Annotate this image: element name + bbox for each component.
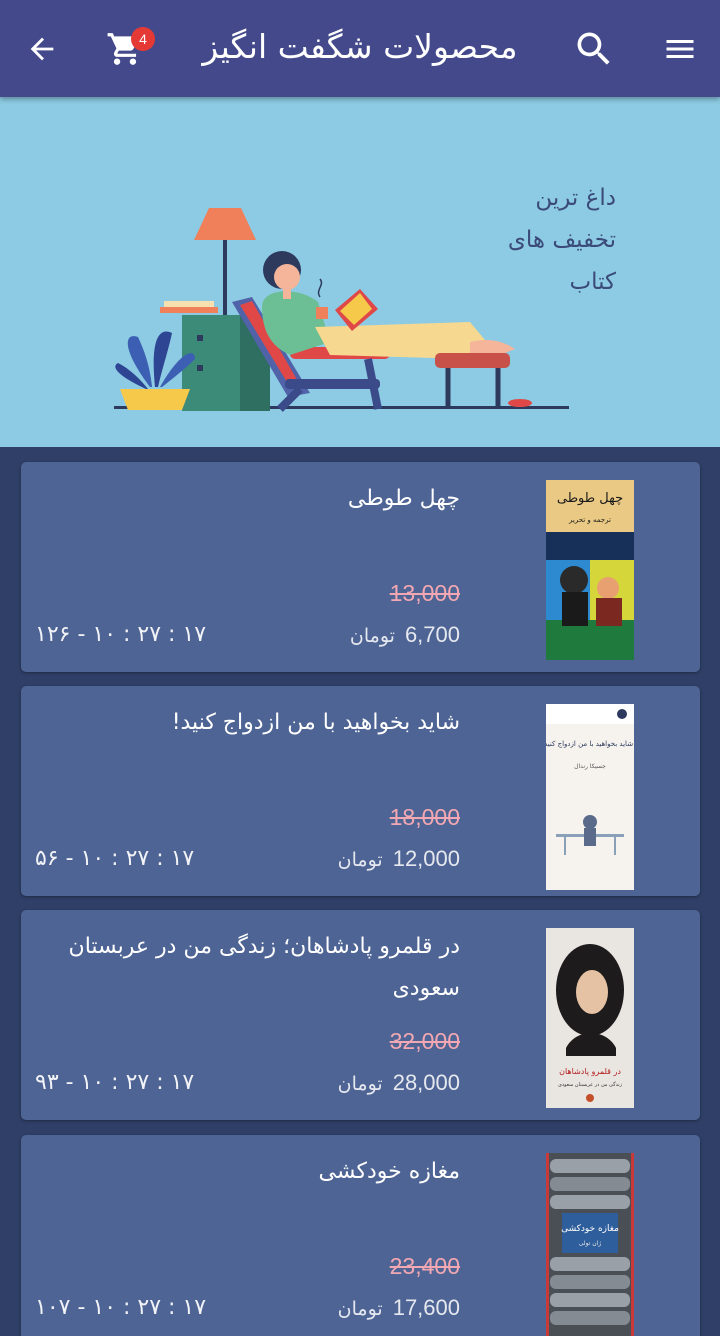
svg-text:چهل طوطی: چهل طوطی (557, 491, 623, 506)
old-price: 23,400 (389, 1253, 460, 1279)
new-price-value: 12,000 (392, 846, 460, 871)
svg-text:مغازه خودکشی: مغازه خودکشی (561, 1224, 619, 1234)
product-card[interactable]: در قلمرو پادشاهان زندگی من در عربستان سع… (21, 910, 700, 1120)
book-cover: چهل طوطی ترجمه و تحریر (546, 480, 634, 660)
svg-text:جسیکا رندال: جسیکا رندال (574, 763, 606, 770)
product-title[interactable]: مغازه خودکشی (33, 1151, 460, 1193)
promo-banner[interactable]: داغ ترین تخفیف های کتاب (0, 97, 720, 447)
page-title: محصولات شگفت انگیز (202, 27, 518, 66)
countdown-timer: ۱۰۷ - ۱۰ : ۲۷ : ۱۷ (35, 1295, 207, 1320)
book-cover: شاید بخواهید با من ازدواج کنید! جسیکا رن… (546, 704, 634, 890)
svg-text:ژان تولی: ژان تولی (579, 1240, 602, 1247)
new-price-value: 6,700 (404, 622, 460, 647)
product-card[interactable]: چهل طوطی ترجمه و تحریر چهل طوطی 13,000 6… (21, 462, 700, 672)
cart-count-badge: 4 (131, 27, 155, 51)
search-icon[interactable] (569, 24, 619, 74)
banner-line-3: کتاب (569, 269, 616, 295)
svg-text:ترجمه و تحریر: ترجمه و تحریر (568, 516, 611, 524)
svg-text:در قلمرو پادشاهان: در قلمرو پادشاهان (559, 1067, 621, 1076)
new-price: 12,000 تومان (338, 846, 460, 872)
back-arrow-icon[interactable] (17, 24, 67, 74)
new-price: 17,600 تومان (338, 1295, 460, 1321)
svg-text:زندگی من در عربستان سعودی: زندگی من در عربستان سعودی (558, 1081, 623, 1088)
product-card[interactable]: مغازه خودکشی ژان تولی مغازه خودکشی 23,40… (21, 1135, 700, 1336)
new-price-value: 17,600 (392, 1295, 460, 1320)
product-title[interactable]: شاید بخواهید با من ازدواج کنید! (33, 702, 460, 744)
menu-icon[interactable] (655, 24, 705, 74)
product-title[interactable]: چهل طوطی (33, 478, 460, 520)
old-price: 13,000 (389, 580, 460, 606)
currency-label: تومان (337, 1298, 383, 1320)
book-cover: در قلمرو پادشاهان زندگی من در عربستان سع… (546, 928, 634, 1108)
svg-text:شاید بخواهید با من ازدواج کنید: شاید بخواهید با من ازدواج کنید! (546, 740, 634, 748)
currency-label: تومان (349, 625, 395, 647)
countdown-timer: ۱۲۶ - ۱۰ : ۲۷ : ۱۷ (35, 622, 207, 647)
countdown-timer: ۵۶ - ۱۰ : ۲۷ : ۱۷ (35, 846, 195, 871)
currency-label: تومان (337, 1073, 383, 1095)
countdown-timer: ۹۳ - ۱۰ : ۲۷ : ۱۷ (35, 1070, 195, 1095)
currency-label: تومان (337, 849, 383, 871)
old-price: 32,000 (389, 1028, 460, 1054)
app-bar: 4 محصولات شگفت انگیز (0, 0, 720, 97)
new-price-value: 28,000 (392, 1070, 460, 1095)
new-price: 6,700 تومان (350, 622, 460, 648)
product-list: چهل طوطی ترجمه و تحریر چهل طوطی 13,000 6… (0, 447, 720, 1336)
product-card[interactable]: شاید بخواهید با من ازدواج کنید! جسیکا رن… (21, 686, 700, 896)
book-cover: مغازه خودکشی ژان تولی (546, 1153, 634, 1336)
old-price: 18,000 (389, 804, 460, 830)
product-title[interactable]: در قلمرو پادشاهان؛ زندگی من در عربستان س… (33, 926, 460, 1010)
new-price: 28,000 تومان (338, 1070, 460, 1096)
banner-line-2: تخفیف های (507, 227, 616, 253)
banner-line-1: داغ ترین (535, 185, 616, 211)
